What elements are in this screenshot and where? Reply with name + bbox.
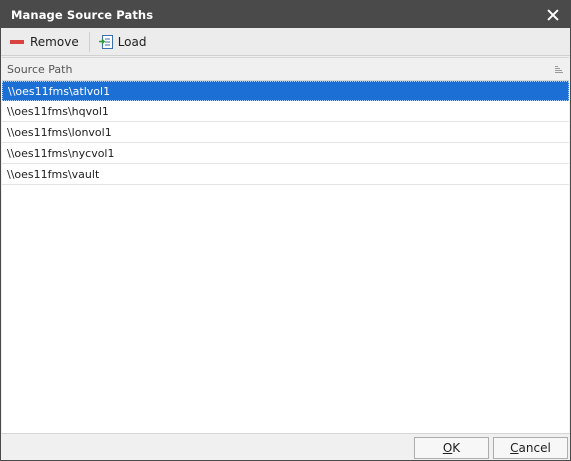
import-file-icon <box>98 34 113 49</box>
close-icon[interactable] <box>546 8 560 22</box>
toolbar: Remove Load <box>1 28 570 56</box>
remove-button-label: Remove <box>30 34 79 49</box>
source-path-cell: \\oes11fms\lonvol1 <box>7 125 112 139</box>
load-button[interactable]: Load <box>94 31 153 53</box>
cancel-button[interactable]: Cancel <box>493 437 568 459</box>
ok-mnemonic: O <box>442 441 453 455</box>
minus-bar-icon <box>10 39 24 44</box>
cancel-mnemonic: C <box>510 441 519 455</box>
sort-icon[interactable] <box>553 65 563 73</box>
table-row[interactable]: \\oes11fms\lonvol1 <box>2 122 569 143</box>
dialog-footer: OK Cancel <box>1 433 570 460</box>
load-button-label: Load <box>117 34 147 49</box>
source-path-grid[interactable]: Source Path \\oes11fms\atlvol1 \\oes11fm… <box>2 57 569 434</box>
cancel-label-rest: ancel <box>518 441 551 455</box>
column-header-label: Source Path <box>7 62 73 76</box>
source-path-cell: \\oes11fms\nycvol1 <box>7 146 115 160</box>
dialog-title: Manage Source Paths <box>11 7 154 22</box>
source-path-cell: \\oes11fms\vault <box>7 167 100 181</box>
toolbar-separator <box>88 31 90 52</box>
ok-label-rest: K <box>452 441 461 455</box>
table-row[interactable]: \\oes11fms\vault <box>2 164 569 185</box>
source-path-cell: \\oes11fms\hqvol1 <box>7 104 109 118</box>
table-row[interactable]: \\oes11fms\hqvol1 <box>2 101 569 122</box>
source-path-cell: \\oes11fms\atlvol1 <box>8 84 111 98</box>
table-row[interactable]: \\oes11fms\atlvol1 <box>2 81 569 101</box>
column-header-source-path[interactable]: Source Path <box>2 58 569 81</box>
title-bar[interactable]: Manage Source Paths <box>1 1 570 28</box>
manage-source-paths-dialog: Manage Source Paths Remove Load Source P… <box>0 0 571 461</box>
table-row[interactable]: \\oes11fms\nycvol1 <box>2 143 569 164</box>
ok-button[interactable]: OK <box>414 437 489 459</box>
remove-button[interactable]: Remove <box>5 31 85 53</box>
